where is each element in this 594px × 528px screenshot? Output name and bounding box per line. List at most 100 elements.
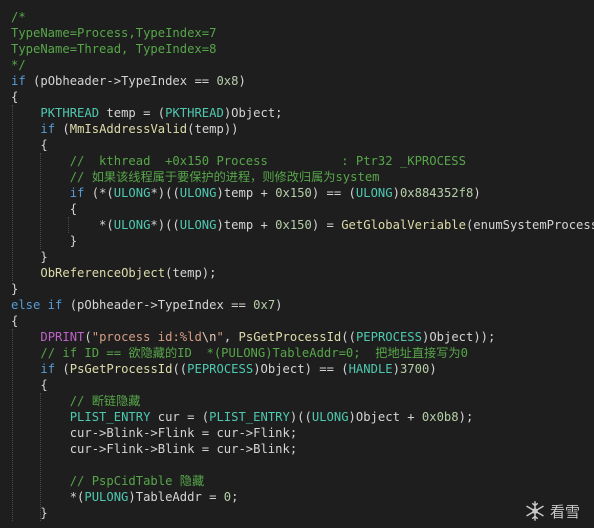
code-line[interactable]: PKTHREAD temp = (PKTHREAD)Object; bbox=[11, 105, 283, 121]
code-line[interactable]: cur->Flink->Blink = cur->Blink; bbox=[11, 441, 297, 457]
code-token-comment: // kthread +0x150 Process : Ptr32 _KPROC… bbox=[69, 154, 466, 168]
watermark-text: 看雪 bbox=[549, 502, 580, 521]
code-token-function: GetGlobalVeriable bbox=[341, 218, 466, 232]
code-line[interactable]: if (pObheader->TypeIndex == 0x8) bbox=[11, 73, 246, 89]
code-token-plain: (temp); bbox=[165, 266, 217, 280]
code-token-number: 0x884352f8 bbox=[399, 186, 474, 200]
code-token-type: ULONG bbox=[311, 410, 349, 424]
code-token-function: PsGetProcessId bbox=[69, 362, 173, 376]
code-token-keyword: else if bbox=[11, 298, 63, 312]
code-token-plain: )Object)); bbox=[421, 330, 496, 344]
code-line[interactable]: } bbox=[11, 505, 48, 521]
code-token-type: PEPROCESS bbox=[187, 362, 254, 376]
code-token-type: HANDLE bbox=[348, 362, 393, 376]
code-token-keyword: if bbox=[40, 362, 56, 376]
indent-guide bbox=[12, 105, 13, 281]
code-token-plain: *( bbox=[11, 490, 85, 504]
code-token-string: "process id:%ld bbox=[91, 330, 202, 344]
code-token-plain: ) bbox=[473, 186, 481, 200]
code-token-plain: )Object; bbox=[223, 106, 283, 120]
code-line[interactable]: *(PULONG)TableAddr = 0; bbox=[11, 489, 239, 505]
code-token-plain: (( bbox=[341, 330, 356, 344]
code-token-comment: TypeName=Thread, TypeIndex=8 bbox=[11, 42, 217, 56]
code-token-number: 0x7 bbox=[253, 298, 276, 312]
code-token-plain: cur->Flink->Blink = cur->Blink; bbox=[11, 442, 298, 456]
code-line[interactable]: { bbox=[11, 313, 18, 329]
code-token-plain: ; bbox=[231, 490, 239, 504]
code-token-plain: )temp + bbox=[216, 218, 276, 232]
code-line[interactable]: } bbox=[11, 281, 18, 297]
code-token-type: ULONG bbox=[355, 186, 393, 200]
code-token-plain: cur->Blink->Flink = cur->Flink; bbox=[11, 426, 298, 440]
code-token-macro: DPRINT bbox=[40, 330, 85, 344]
code-token-function: MmIsAddressValid bbox=[69, 122, 188, 136]
code-line[interactable]: cur->Blink->Flink = cur->Flink; bbox=[11, 425, 297, 441]
indent-guide bbox=[40, 153, 41, 249]
code-token-plain: (*( bbox=[84, 186, 114, 200]
code-token-escape: \n bbox=[201, 330, 217, 344]
code-token-plain: { bbox=[11, 138, 48, 152]
code-token-plain: ( bbox=[55, 362, 70, 376]
code-token-plain: *( bbox=[11, 218, 114, 232]
code-token-plain: ( bbox=[55, 122, 70, 136]
code-token-type: ULONG bbox=[179, 186, 217, 200]
code-line[interactable]: { bbox=[11, 201, 77, 217]
code-token-plain: { bbox=[11, 314, 19, 328]
code-line[interactable]: } bbox=[11, 233, 77, 249]
code-token-plain: ) bbox=[429, 362, 437, 376]
code-line[interactable]: ObReferenceObject(temp); bbox=[11, 265, 216, 281]
code-token-plain: { bbox=[11, 90, 19, 104]
code-token-plain: )Object + bbox=[348, 410, 422, 424]
indent-guide bbox=[40, 393, 41, 521]
code-token-type: PLIST_ENTRY bbox=[209, 410, 290, 424]
code-line[interactable]: DPRINT("process id:%ld\n", PsGetProcessI… bbox=[11, 329, 495, 345]
code-line[interactable]: // 如果该线程属于要保护的进程，则修改归属为system bbox=[11, 169, 380, 185]
code-line[interactable]: { bbox=[11, 137, 48, 153]
code-line[interactable]: } bbox=[11, 249, 48, 265]
code-token-plain: ) == ( bbox=[311, 186, 356, 200]
code-token-plain: } bbox=[11, 506, 48, 520]
code-token-plain: } bbox=[11, 234, 78, 248]
code-line[interactable]: if (MmIsAddressValid(temp)) bbox=[11, 121, 239, 137]
code-token-plain: )Object) == ( bbox=[253, 362, 349, 376]
code-line[interactable]: PLIST_ENTRY cur = (PLIST_ENTRY)((ULONG)O… bbox=[11, 409, 474, 425]
code-token-plain: } bbox=[11, 250, 48, 264]
code-token-plain: ) = bbox=[311, 218, 342, 232]
code-token-plain: (temp)) bbox=[187, 122, 239, 136]
code-token-plain: (enumSystemProcess); bbox=[465, 218, 594, 232]
code-line[interactable]: { bbox=[11, 377, 47, 393]
code-line[interactable]: TypeName=Thread, TypeIndex=8 bbox=[11, 41, 216, 57]
code-token-type: ULONG bbox=[179, 218, 217, 232]
code-line[interactable]: { bbox=[11, 89, 18, 105]
code-token-plain: ( bbox=[84, 330, 92, 344]
code-line[interactable]: // 断链隐藏 bbox=[11, 393, 141, 409]
code-line[interactable]: */ bbox=[11, 57, 26, 73]
code-token-comment: // 断链隐藏 bbox=[69, 394, 141, 408]
code-line[interactable]: if (*(ULONG*)((ULONG)temp + 0x150) == (U… bbox=[11, 185, 481, 201]
code-token-plain: (pObheader->TypeIndex == bbox=[25, 74, 217, 88]
code-token-string: " bbox=[216, 330, 224, 344]
code-token-keyword: if bbox=[40, 122, 56, 136]
code-token-type: PEPROCESS bbox=[355, 330, 422, 344]
code-token-plain: )TableAddr = bbox=[128, 490, 224, 504]
code-token-number: 0x0b8 bbox=[421, 410, 459, 424]
code-token-keyword: if bbox=[69, 186, 85, 200]
code-editor[interactable]: 看雪 /* TypeName=Process,TypeIndex=7 TypeNam… bbox=[0, 0, 594, 528]
code-line[interactable]: /* bbox=[11, 9, 26, 25]
code-token-plain: (( bbox=[172, 362, 188, 376]
code-line[interactable]: if (PsGetProcessId((PEPROCESS)Object) ==… bbox=[11, 361, 437, 377]
code-token-number: 0x8 bbox=[216, 74, 239, 88]
code-line[interactable]: // if ID == 欲隐藏的ID *(PULONG)TableAddr=0;… bbox=[11, 345, 468, 361]
code-token-plain: , bbox=[223, 330, 239, 344]
code-line[interactable]: *(ULONG*)((ULONG)temp + 0x150) = GetGlob… bbox=[11, 217, 594, 233]
code-token-function: ObReferenceObject bbox=[40, 266, 166, 280]
code-token-plain: ); bbox=[458, 410, 474, 424]
code-line[interactable]: // kthread +0x150 Process : Ptr32 _KPROC… bbox=[11, 153, 466, 169]
code-line[interactable]: TypeName=Process,TypeIndex=7 bbox=[11, 25, 216, 41]
code-token-type: PULONG bbox=[84, 490, 129, 504]
code-line[interactable]: else if (pObheader->TypeIndex == 0x7) bbox=[11, 297, 283, 313]
code-token-plain: { bbox=[11, 202, 78, 216]
code-token-type: ULONG bbox=[113, 218, 151, 232]
code-token-type: PLIST_ENTRY bbox=[69, 410, 151, 424]
